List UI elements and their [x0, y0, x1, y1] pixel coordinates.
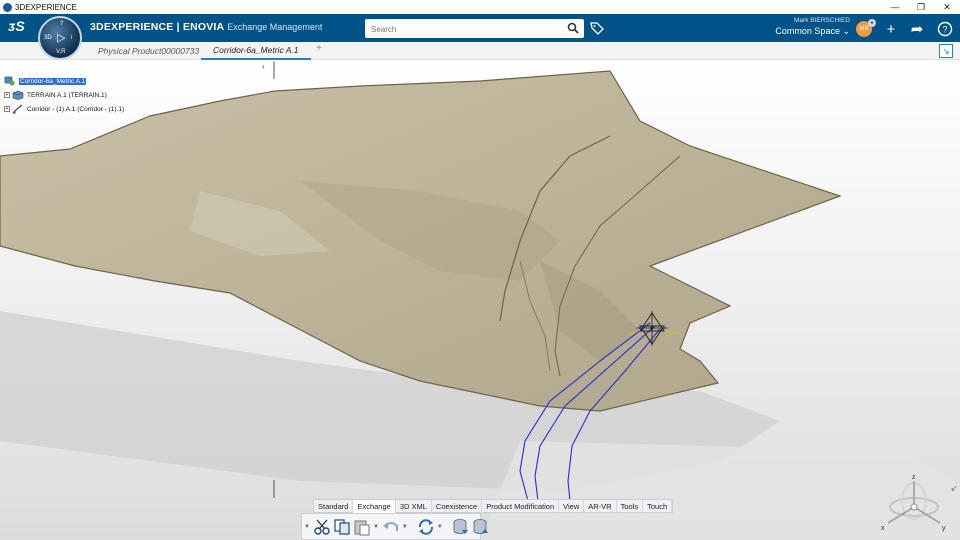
- minimize-icon[interactable]: —: [882, 0, 908, 14]
- ab-tab-view[interactable]: View: [559, 500, 585, 513]
- view-splitter[interactable]: [273, 480, 275, 498]
- tag-icon[interactable]: [590, 21, 604, 35]
- tree-item-terrain-label[interactable]: TERRAIN A.1 (TERRAIN.1): [27, 92, 107, 99]
- action-bar-tools: ▼ ▼ ▼ ▼: [301, 513, 488, 540]
- compass-bottom[interactable]: V,R: [56, 49, 65, 55]
- brand-app-name: Exchange Management: [227, 22, 323, 32]
- axis-z-label: z: [912, 474, 916, 481]
- terrain-model[interactable]: [0, 61, 960, 540]
- tree-splitter[interactable]: [273, 61, 275, 79]
- expand-icon[interactable]: +: [4, 92, 10, 98]
- svg-text:?: ?: [942, 25, 947, 35]
- brand-title: 3DEXPERIENCE | ENOVIA: [90, 21, 225, 33]
- axis-compass-icon[interactable]: z x y: [880, 471, 950, 533]
- database-import-icon[interactable]: [452, 517, 470, 537]
- update-dropdown-icon[interactable]: ▼: [437, 524, 443, 530]
- document-tabs: Physical Product00000733 Corridor-6a_Met…: [0, 42, 960, 60]
- tab-corridor[interactable]: Corridor-6a_Metric A.1: [201, 42, 311, 60]
- ab-tab-3dxml[interactable]: 3D XML: [396, 500, 432, 513]
- cut-icon[interactable]: [313, 517, 331, 537]
- window-titlebar: 3DEXPERIENCE — ❐ ✕: [0, 0, 960, 14]
- tree-item-terrain[interactable]: + TERRAIN A.1 (TERRAIN.1): [4, 88, 124, 102]
- tab-physical-product[interactable]: Physical Product00000733: [98, 42, 199, 60]
- share-icon[interactable]: ➦: [908, 20, 926, 38]
- compass-3d[interactable]: 3D: [44, 35, 52, 41]
- ab-tab-tools[interactable]: Tools: [617, 500, 644, 513]
- action-bar: Standard Exchange 3D XML Coexistence Pro…: [301, 499, 674, 540]
- chevron-down-icon[interactable]: ▼: [304, 524, 310, 530]
- restore-icon[interactable]: ❐: [908, 0, 934, 14]
- compass-icon[interactable]: ? 3D ▷ i V,R: [38, 16, 82, 60]
- user-name: Mark BIERSCHIED: [794, 17, 850, 24]
- search-input[interactable]: [365, 20, 555, 39]
- 3d-viewport[interactable]: ‹ Corridor-6a_Metric A.1 + TERRAIN A.1 (…: [0, 61, 960, 540]
- ds-logo-icon[interactable]: ᴣS: [8, 18, 25, 34]
- corridor-icon: [12, 104, 23, 114]
- search-icon[interactable]: [567, 22, 579, 34]
- axis-y-label: y: [942, 525, 946, 532]
- compass-play[interactable]: ▷: [57, 31, 65, 44]
- window-title: 3DEXPERIENCE: [15, 2, 77, 12]
- ab-tab-standard[interactable]: Standard: [314, 500, 354, 513]
- add-tab-button[interactable]: +: [316, 43, 322, 54]
- help-icon[interactable]: ?: [936, 20, 954, 38]
- axis-x-label: x: [881, 525, 885, 532]
- ab-tab-product-modification[interactable]: Product Modification: [482, 500, 560, 513]
- copy-icon[interactable]: [333, 517, 351, 537]
- compass-top[interactable]: ?: [60, 21, 63, 27]
- paste-icon[interactable]: [353, 517, 371, 537]
- product-icon: [4, 76, 15, 86]
- undo-icon[interactable]: [382, 517, 400, 537]
- ab-tab-coexistence[interactable]: Coexistence: [432, 500, 483, 513]
- database-export-icon[interactable]: [472, 517, 490, 537]
- terrain-icon: [12, 90, 24, 100]
- app-icon: [3, 2, 12, 12]
- space-selector[interactable]: Common Space ⌄: [760, 26, 850, 37]
- tree-root[interactable]: Corridor-6a_Metric A.1: [4, 74, 124, 88]
- paste-dropdown-icon[interactable]: ▼: [373, 524, 379, 530]
- tree-item-corridor[interactable]: + Corridor - (1) A.1 (Corridor - (1).1): [4, 102, 124, 116]
- top-bar: ᴣS ? 3D ▷ i V,R 3DEXPERIENCE | ENOVIA Ex…: [0, 14, 960, 60]
- action-bar-tabs: Standard Exchange 3D XML Coexistence Pro…: [313, 499, 674, 513]
- user-info[interactable]: Mark BIERSCHIED Common Space ⌄: [760, 17, 850, 37]
- resize-grip-icon[interactable]: ↙: [950, 483, 958, 494]
- ab-tab-ar-vr[interactable]: AR-VR: [584, 500, 617, 513]
- tree-item-corridor-label[interactable]: Corridor - (1) A.1 (Corridor - (1).1): [27, 106, 124, 113]
- expand-icon[interactable]: +: [4, 106, 10, 112]
- add-icon[interactable]: +: [882, 20, 900, 38]
- app-brand: 3DEXPERIENCE | ENOVIA Exchange Managemen…: [90, 21, 322, 33]
- close-icon[interactable]: ✕: [934, 0, 960, 14]
- ab-tab-exchange[interactable]: Exchange: [353, 500, 396, 513]
- notification-badge-icon[interactable]: ●: [868, 19, 876, 27]
- tree-root-label[interactable]: Corridor-6a_Metric A.1: [19, 77, 87, 85]
- undo-dropdown-icon[interactable]: ▼: [402, 524, 408, 530]
- update-icon[interactable]: [417, 517, 435, 537]
- collapse-view-icon[interactable]: ↘: [939, 44, 953, 58]
- ab-tab-touch[interactable]: Touch: [643, 500, 673, 513]
- specification-tree: Corridor-6a_Metric A.1 + TERRAIN A.1 (TE…: [4, 74, 124, 116]
- compass-info[interactable]: i: [71, 35, 72, 41]
- search-box: [365, 19, 584, 39]
- tree-collapse-icon[interactable]: ‹: [262, 62, 265, 71]
